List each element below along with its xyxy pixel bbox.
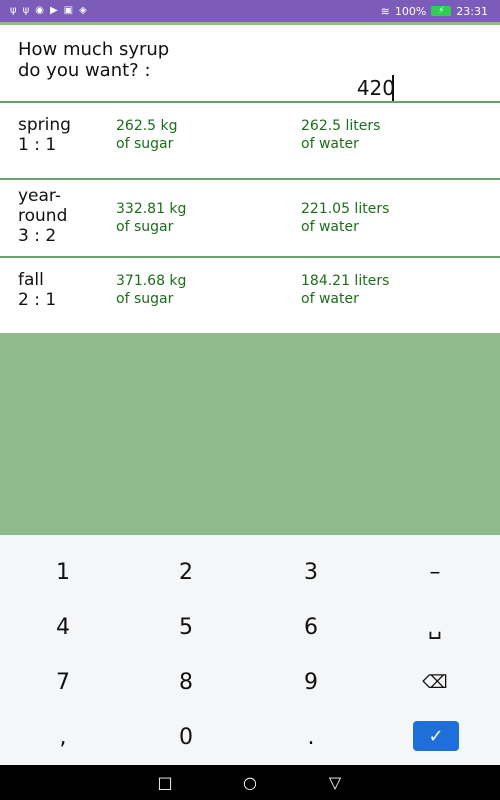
season-name: spring [18, 115, 71, 135]
sugar-amount: 371.68 kg [116, 273, 187, 289]
key-6[interactable]: 6 [256, 602, 366, 652]
status-left-icons: ψ ψ ◉ ▶ ▣ ◈ [0, 5, 87, 17]
key-7[interactable]: 7 [8, 657, 118, 707]
key-3[interactable]: 3 [256, 547, 366, 597]
season-ratio: 1 : 1 [18, 135, 57, 155]
sugar-amount: 262.5 kg [116, 118, 178, 134]
key-2[interactable]: 2 [131, 547, 241, 597]
season-name-line-1: year- [18, 186, 61, 206]
key-9[interactable]: 9 [256, 657, 366, 707]
year-round-row: year- round 3 : 2 332.81 kg of sugar 221… [0, 180, 500, 256]
key-0[interactable]: 0 [131, 712, 241, 762]
water-amount: 184.21 liters [301, 273, 390, 289]
key-8[interactable]: 8 [131, 657, 241, 707]
android-nav-bar: □ ○ ▽ [0, 765, 500, 800]
battery-icon: ⚡ [431, 6, 452, 16]
question-line-1: How much syrup [18, 39, 170, 60]
usb-icon: ψ [10, 5, 17, 16]
season-label: year- round 3 : 2 [18, 186, 108, 246]
sugar-result: 332.81 kg of sugar [116, 200, 266, 236]
key-4[interactable]: 4 [8, 602, 118, 652]
back-icon[interactable]: ▽ [325, 773, 345, 792]
season-ratio: 3 : 2 [18, 226, 57, 246]
key-1[interactable]: 1 [8, 547, 118, 597]
numeric-keyboard: 1 2 3 – 4 5 6 ␣ 7 8 9 ⌫ , 0 . ✓ [0, 535, 500, 765]
key-5[interactable]: 5 [131, 602, 241, 652]
period-key[interactable]: . [256, 712, 366, 762]
youtube-icon: ▶ [49, 5, 58, 16]
water-result: 221.05 liters of water [301, 200, 461, 236]
home-icon[interactable]: ○ [240, 773, 260, 792]
water-label: of water [301, 219, 359, 235]
sugar-result: 371.68 kg of sugar [116, 272, 266, 308]
sugar-result: 262.5 kg of sugar [116, 117, 266, 153]
clock: 23:31 [456, 4, 488, 18]
space-key[interactable]: ␣ [380, 602, 490, 652]
battery-percentage: 100% [394, 4, 427, 18]
recent-apps-icon[interactable]: □ [155, 773, 175, 792]
question-line-2: do you want? : [18, 60, 151, 81]
usb-icon: ψ [22, 5, 30, 16]
spring-row: spring 1 : 1 262.5 kg of sugar 262.5 lit… [0, 103, 500, 178]
comma-key[interactable]: , [8, 712, 118, 762]
sugar-label: of sugar [116, 136, 174, 152]
water-label: of water [301, 291, 359, 307]
season-label: spring 1 : 1 [18, 115, 108, 155]
status-bar: ψ ψ ◉ ▶ ▣ ◈ ≋ 100% ⚡ 23:31 [0, 0, 500, 22]
fall-row: fall 2 : 1 371.68 kg of sugar 184.21 lit… [0, 258, 500, 333]
syrup-amount-input[interactable]: 420 [300, 76, 395, 100]
status-right: ≋ 100% ⚡ 23:31 [381, 5, 500, 18]
syrup-amount-value: 420 [356, 76, 395, 100]
vpn-icon: ◉ [35, 5, 44, 16]
water-amount: 221.05 liters [301, 201, 390, 217]
water-result: 262.5 liters of water [301, 117, 461, 153]
sugar-label: of sugar [116, 291, 174, 307]
minus-key[interactable]: – [380, 547, 490, 597]
backspace-key[interactable]: ⌫ [380, 657, 490, 707]
syrup-question-panel: How much syrup do you want? : 420 [0, 25, 500, 103]
water-result: 184.21 liters of water [301, 272, 461, 308]
gallery-icon: ▣ [63, 5, 74, 16]
sugar-amount: 332.81 kg [116, 201, 187, 217]
syrup-question: How much syrup do you want? : [18, 39, 188, 81]
season-name-line-2: round [18, 206, 68, 226]
sugar-label: of sugar [116, 219, 174, 235]
season-ratio: 2 : 1 [18, 290, 57, 310]
text-cursor [392, 75, 394, 103]
season-name: fall [18, 270, 44, 290]
water-amount: 262.5 liters [301, 118, 381, 134]
water-label: of water [301, 136, 359, 152]
season-label: fall 2 : 1 [18, 270, 108, 310]
wifi-icon: ≋ [380, 4, 390, 18]
app-icon: ◈ [79, 5, 87, 16]
done-key[interactable]: ✓ [413, 721, 459, 751]
